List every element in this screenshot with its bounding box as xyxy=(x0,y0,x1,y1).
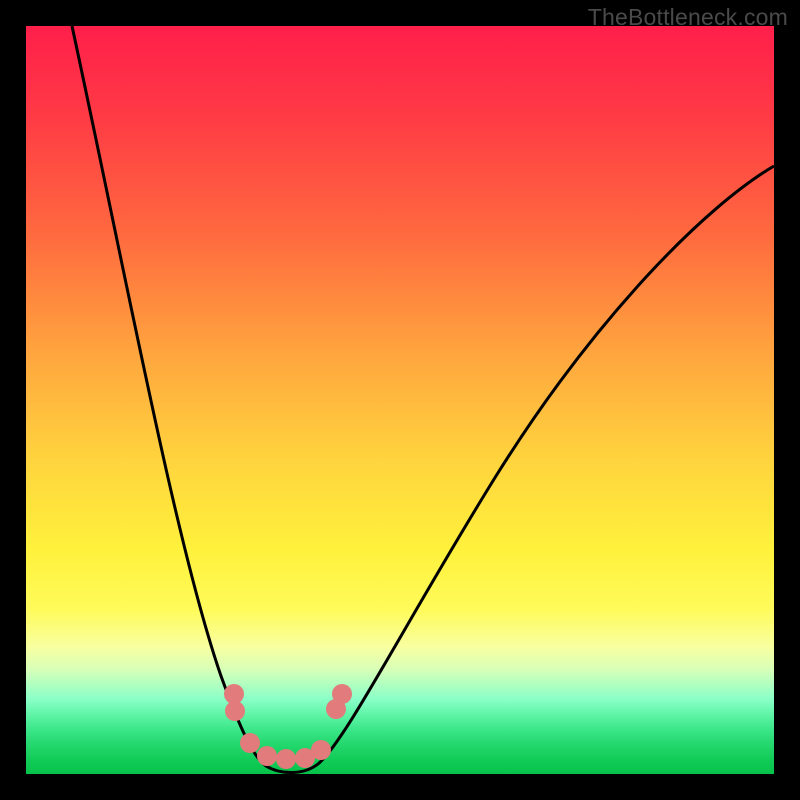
marker-dot xyxy=(276,749,296,769)
marker-dot xyxy=(240,733,260,753)
marker-dot xyxy=(332,684,352,704)
marker-dot xyxy=(311,740,331,760)
marker-dot xyxy=(257,746,277,766)
marker-dot xyxy=(225,701,245,721)
marker-group xyxy=(224,684,352,769)
chart-plot-area xyxy=(26,26,774,774)
bottleneck-curve xyxy=(72,26,774,773)
marker-dot xyxy=(224,684,244,704)
chart-svg xyxy=(26,26,774,774)
